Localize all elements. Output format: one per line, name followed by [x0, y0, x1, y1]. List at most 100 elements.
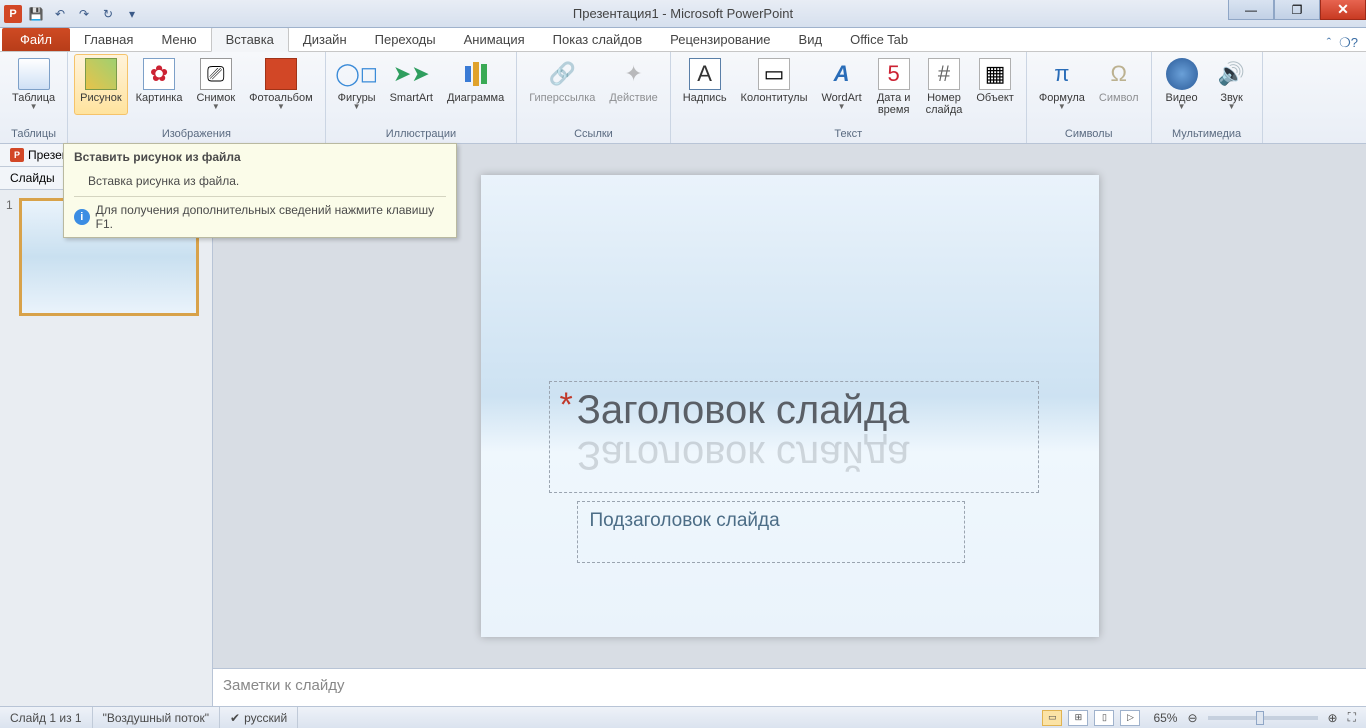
tooltip: Вставить рисунок из файла Вставка рисунк…	[63, 143, 457, 238]
status-theme: "Воздушный поток"	[93, 707, 220, 728]
group-media: Видео▼ 🔊Звук▼ Мультимедиа	[1152, 52, 1263, 143]
tooltip-title: Вставить рисунок из файла	[74, 150, 446, 170]
slidenumber-icon: #	[928, 58, 960, 90]
tab-menu[interactable]: Меню	[147, 28, 210, 51]
tab-insert[interactable]: Вставка	[211, 27, 289, 52]
hyperlink-icon: 🔗	[546, 58, 578, 90]
chart-button[interactable]: Диаграмма	[441, 54, 510, 115]
headerfooter-icon: ▭	[758, 58, 790, 90]
qat-save[interactable]: 💾	[26, 4, 46, 24]
tooltip-help: i Для получения дополнительных сведений …	[74, 196, 446, 237]
title-bar: P 💾 ↶ ↷ ↻ ▾ Презентация1 - Microsoft Pow…	[0, 0, 1366, 28]
datetime-icon: 5	[878, 58, 910, 90]
status-bar: Слайд 1 из 1 "Воздушный поток" ✔русский …	[0, 706, 1366, 728]
subtitle-placeholder[interactable]: Подзаголовок слайда	[577, 501, 965, 563]
group-symbols: πФормула▼ ΩСимвол Символы	[1027, 52, 1152, 143]
group-text-label: Текст	[677, 126, 1020, 143]
ribbon: Таблица▼ Таблицы Рисунок ✿Картинка ⎚Сним…	[0, 52, 1366, 144]
zoom-slider[interactable]	[1208, 716, 1318, 720]
group-images: Рисунок ✿Картинка ⎚Снимок▼ Фотоальбом▼ И…	[68, 52, 326, 143]
chart-icon	[460, 58, 492, 90]
view-normal[interactable]: ▭	[1042, 710, 1062, 726]
notes-pane[interactable]: Заметки к слайду	[213, 668, 1366, 706]
symbol-icon: Ω	[1103, 58, 1135, 90]
tab-transitions[interactable]: Переходы	[361, 28, 450, 51]
table-button[interactable]: Таблица▼	[6, 54, 61, 115]
zoom-fit[interactable]: ⛶	[1348, 710, 1356, 725]
clipart-button[interactable]: ✿Картинка	[130, 54, 189, 115]
tab-home[interactable]: Главная	[70, 28, 147, 51]
tab-officetab[interactable]: Office Tab	[836, 28, 922, 51]
info-icon: i	[74, 209, 90, 225]
bullet-icon: *	[560, 388, 573, 422]
hyperlink-button: 🔗Гиперссылка	[523, 54, 601, 108]
window-close[interactable]: ✕	[1320, 0, 1366, 20]
tab-animations[interactable]: Анимация	[450, 28, 539, 51]
textbox-button[interactable]: AНадпись	[677, 54, 733, 120]
group-illustrations: ◯◻Фигуры▼ ➤➤SmartArt Диаграмма Иллюстрац…	[326, 52, 518, 143]
action-button: ✦Действие	[603, 54, 663, 108]
picture-icon	[85, 58, 117, 90]
ribbon-minimize-icon[interactable]: ˆ	[1327, 35, 1331, 51]
zoom-out[interactable]: ⊖	[1187, 711, 1197, 725]
video-button[interactable]: Видео▼	[1158, 54, 1206, 115]
view-reading[interactable]: ▯	[1094, 710, 1114, 726]
action-icon: ✦	[618, 58, 650, 90]
title-placeholder[interactable]: * Заголовок слайда Заголовок слайда	[549, 381, 1039, 493]
symbol-button: ΩСимвол	[1093, 54, 1145, 115]
photoalbum-icon	[265, 58, 297, 90]
shapes-button[interactable]: ◯◻Фигуры▼	[332, 54, 382, 115]
textbox-icon: A	[689, 58, 721, 90]
zoom-in[interactable]: ⊕	[1328, 711, 1338, 725]
window-minimize[interactable]: ―	[1228, 0, 1274, 20]
slides-tab[interactable]: Слайды	[0, 167, 66, 189]
window-maximize[interactable]: ❐	[1274, 0, 1320, 20]
status-language[interactable]: ✔русский	[220, 707, 298, 728]
file-tab[interactable]: Файл	[2, 28, 70, 51]
screenshot-icon: ⎚	[200, 58, 232, 90]
view-sorter[interactable]: ⊞	[1068, 710, 1088, 726]
headerfooter-button[interactable]: ▭Колонтитулы	[735, 54, 814, 120]
group-links-label: Ссылки	[523, 126, 664, 143]
equation-button[interactable]: πФормула▼	[1033, 54, 1091, 115]
shapes-icon: ◯◻	[341, 58, 373, 90]
status-slide-pos: Слайд 1 из 1	[0, 707, 93, 728]
zoom-value[interactable]: 65%	[1153, 711, 1177, 725]
tab-slideshow[interactable]: Показ слайдов	[539, 28, 657, 51]
thumb-number: 1	[6, 198, 13, 316]
tab-view[interactable]: Вид	[785, 28, 837, 51]
photoalbum-button[interactable]: Фотоальбом▼	[243, 54, 319, 115]
datetime-button[interactable]: 5Дата и время	[870, 54, 918, 120]
audio-button[interactable]: 🔊Звук▼	[1208, 54, 1256, 115]
group-images-label: Изображения	[74, 126, 319, 143]
group-tables-label: Таблицы	[6, 126, 61, 143]
tab-design[interactable]: Дизайн	[289, 28, 361, 51]
slidenumber-button[interactable]: #Номер слайда	[920, 54, 969, 120]
qat-undo[interactable]: ↶	[50, 4, 70, 24]
slide-canvas[interactable]: * Заголовок слайда Заголовок слайда Подз…	[481, 175, 1099, 637]
group-illustrations-label: Иллюстрации	[332, 126, 511, 143]
tab-review[interactable]: Рецензирование	[656, 28, 784, 51]
tooltip-body: Вставка рисунка из файла.	[74, 170, 446, 196]
app-icon: P	[4, 5, 22, 23]
qat-redo[interactable]: ↷	[74, 4, 94, 24]
qat-more[interactable]: ▾	[122, 4, 142, 24]
picture-button[interactable]: Рисунок	[74, 54, 128, 115]
ribbon-tabstrip: Файл Главная Меню Вставка Дизайн Переход…	[0, 28, 1366, 52]
clipart-icon: ✿	[143, 58, 175, 90]
audio-icon: 🔊	[1216, 58, 1248, 90]
view-slideshow[interactable]: ▷	[1120, 710, 1140, 726]
help-icon[interactable]: ❍?	[1339, 35, 1358, 51]
wordart-button[interactable]: AWordArt▼	[816, 54, 868, 120]
spellcheck-icon: ✔	[230, 711, 240, 725]
object-icon: ▦	[979, 58, 1011, 90]
screenshot-button[interactable]: ⎚Снимок▼	[190, 54, 241, 115]
qat-refresh[interactable]: ↻	[98, 4, 118, 24]
smartart-button[interactable]: ➤➤SmartArt	[384, 54, 439, 115]
wordart-icon: A	[826, 58, 858, 90]
smartart-icon: ➤➤	[395, 58, 427, 90]
window-title: Презентация1 - Microsoft PowerPoint	[573, 6, 793, 21]
object-button[interactable]: ▦Объект	[970, 54, 1019, 120]
group-tables: Таблица▼ Таблицы	[0, 52, 68, 143]
group-media-label: Мультимедиа	[1158, 126, 1256, 143]
